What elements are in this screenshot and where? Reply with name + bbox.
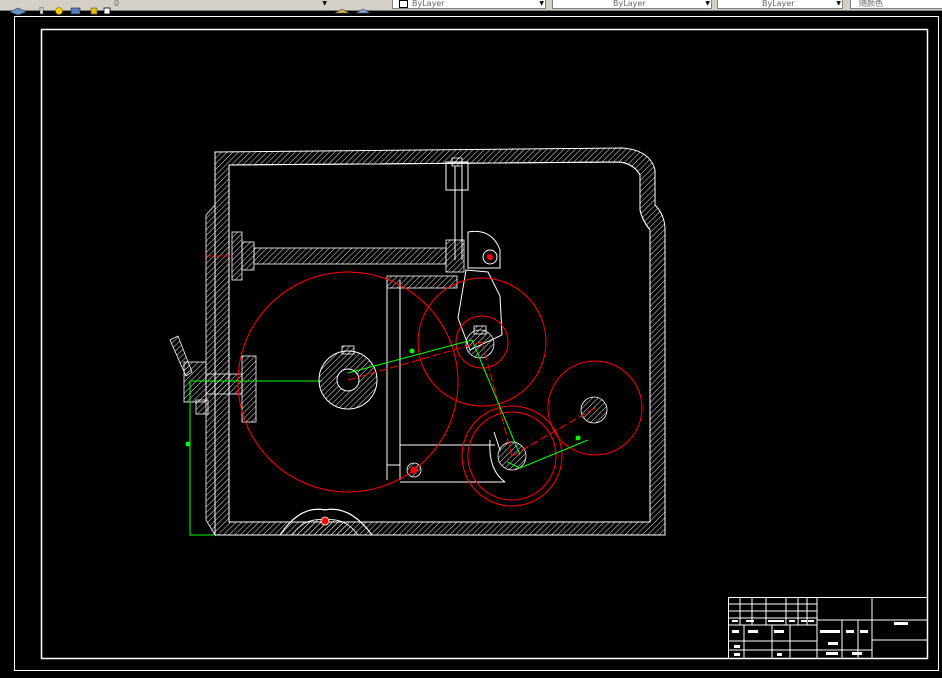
chevron-down-icon: ▼ <box>322 0 327 7</box>
layer-previous-icon[interactable] <box>354 0 372 14</box>
upper-horizontal-shaft <box>206 230 501 281</box>
title-block <box>728 597 928 659</box>
color-combo-value: ByLayer <box>412 0 445 8</box>
bulb-icon[interactable] <box>38 0 48 15</box>
chevron-down-icon: ▼ <box>705 0 710 7</box>
chevron-down-icon: ▼ <box>836 0 841 7</box>
layer-name: 0 <box>114 0 120 8</box>
rocker-arm <box>457 269 608 483</box>
lineweight-combo[interactable]: ByLayer ▼ <box>717 0 843 9</box>
color-combo[interactable]: ByLayer ▼ <box>392 0 546 9</box>
layer-color-swatch-icon[interactable] <box>103 0 113 15</box>
make-current-layer-icon[interactable] <box>333 0 351 14</box>
left-handle-shaft <box>169 335 322 423</box>
gearbox-housing <box>205 147 666 537</box>
bracket-plate <box>386 275 505 483</box>
chevron-down-icon: ▼ <box>539 0 544 7</box>
properties-toolbar: 0 ▼ ByLayer ▼ ByLayer ▼ ByLayer ▼ 随颜色 <box>0 0 942 16</box>
lock-icon[interactable] <box>69 0 83 15</box>
sun-icon[interactable] <box>53 0 65 15</box>
color-swatch-icon <box>399 0 408 8</box>
lineweight-combo-value: ByLayer <box>762 0 795 8</box>
layer-manager-icon[interactable] <box>8 0 28 16</box>
central-hub <box>318 345 378 410</box>
linetype-combo[interactable]: ByLayer ▼ <box>552 0 712 9</box>
layer-combo[interactable]: 0 ▼ <box>114 0 328 8</box>
drawing-canvas[interactable] <box>0 11 942 674</box>
gear-pitch-circles <box>237 271 643 507</box>
plotstyle-combo-value: 随颜色 <box>859 0 883 8</box>
linetype-combo-value: ByLayer <box>613 0 646 8</box>
layer-lock-icon[interactable] <box>88 0 100 15</box>
plotstyle-combo[interactable]: 随颜色 <box>850 0 942 9</box>
